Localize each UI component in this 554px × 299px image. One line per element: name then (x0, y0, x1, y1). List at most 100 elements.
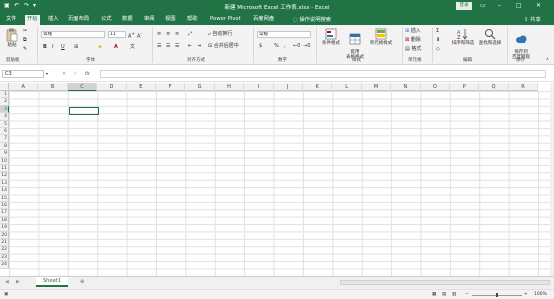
align-left-icon[interactable]: ☰ (157, 43, 161, 49)
row-header-24[interactable]: 24 (0, 261, 9, 269)
row-header-21[interactable]: 21 (0, 239, 9, 247)
align-middle-icon[interactable]: ≡ (166, 31, 170, 37)
row-header-7[interactable]: 7 (0, 135, 9, 143)
column-header-a[interactable]: A (9, 83, 39, 91)
tab-baidu-netdisk[interactable]: 百度网盘 (251, 15, 276, 25)
row-header-2[interactable]: 2 (0, 98, 9, 106)
row-header-12[interactable]: 12 (0, 172, 9, 180)
share-button[interactable]: ⇪ 共享 (524, 15, 541, 23)
align-right-icon[interactable]: ☰ (175, 43, 179, 49)
prev-sheet-icon[interactable]: ◀ (5, 279, 9, 285)
row-header-17[interactable]: 17 (0, 209, 9, 217)
format-painter-icon[interactable]: ✎ (23, 46, 29, 52)
row-header-8[interactable]: 8 (0, 142, 9, 151)
row-header-6[interactable]: 6 (0, 128, 9, 136)
increase-font-icon[interactable]: A+ (128, 31, 135, 40)
wrap-text-button[interactable]: ⤶ 自动换行 (208, 31, 232, 37)
page-break-view-icon[interactable]: ▥ (452, 292, 456, 298)
row-header-9[interactable]: 9 (0, 150, 9, 158)
column-header-i[interactable]: I (244, 83, 274, 91)
column-header-g[interactable]: G (185, 83, 215, 91)
column-header-o[interactable]: O (420, 83, 450, 91)
row-header-16[interactable]: 16 (0, 202, 9, 210)
column-header-e[interactable]: E (126, 83, 156, 91)
enter-icon[interactable]: ✓ (73, 71, 77, 77)
percent-icon[interactable]: % (274, 43, 279, 49)
row-header-18[interactable]: 18 (0, 216, 9, 225)
clear-icon[interactable]: ◇ (436, 46, 440, 52)
decrease-decimal-icon[interactable]: →0 (303, 43, 310, 49)
tab-data[interactable]: 数据 (120, 15, 135, 25)
copy-icon[interactable]: ⧉ (23, 37, 29, 43)
format-cells-button[interactable]: ▤ 格式 (405, 46, 421, 52)
cut-icon[interactable]: ✂ (23, 28, 29, 34)
merge-center-button[interactable]: ⊟ 合并后居中 (208, 43, 239, 49)
tab-home[interactable]: 开始 (25, 15, 40, 25)
row-header-1[interactable]: 1 (0, 91, 9, 99)
row-header-23[interactable]: 23 (0, 253, 9, 262)
row-header-13[interactable]: 13 (0, 179, 9, 188)
paste-button[interactable]: 粘贴 (5, 28, 19, 48)
align-top-icon[interactable]: ≡ (157, 31, 161, 37)
phonetic-icon[interactable]: 文 (130, 44, 135, 50)
column-header-k[interactable]: K (303, 83, 333, 91)
row-header-3[interactable]: 3 (0, 105, 9, 114)
close-icon[interactable]: ✕ (536, 2, 541, 9)
select-all-corner[interactable] (0, 83, 9, 91)
next-sheet-icon[interactable]: ▶ (16, 279, 20, 285)
zoom-slider-thumb[interactable] (496, 293, 498, 297)
delete-cells-button[interactable]: ⊠ 删除 (405, 37, 421, 43)
column-header-h[interactable]: H (214, 83, 245, 91)
row-header-22[interactable]: 22 (0, 246, 9, 254)
row-header-5[interactable]: 5 (0, 120, 9, 128)
zoom-in-icon[interactable]: + (524, 292, 528, 298)
save-to-baidu-button[interactable]: 保存到 百度网盘 (509, 28, 533, 60)
align-bottom-icon[interactable]: ≡ (175, 31, 179, 37)
column-header-p[interactable]: P (450, 83, 480, 91)
tab-file[interactable]: 文件 (4, 15, 19, 25)
column-header-r[interactable]: R (508, 83, 539, 91)
ribbon-display-icon[interactable]: ▭ (480, 2, 486, 9)
cell-area[interactable] (9, 91, 550, 276)
currency-icon[interactable]: $ (259, 43, 262, 49)
conditional-formatting-button[interactable]: 条件格式 (318, 28, 344, 46)
align-center-icon[interactable]: ☰ (166, 43, 170, 49)
page-layout-view-icon[interactable]: ▤ (442, 292, 446, 298)
sort-filter-button[interactable]: AZ 排序和筛选 (450, 28, 476, 46)
find-select-button[interactable]: 查找和选择 (477, 28, 503, 46)
column-header-j[interactable]: J (273, 83, 303, 91)
row-header-14[interactable]: 14 (0, 187, 9, 195)
comma-style-icon[interactable]: , (284, 43, 286, 49)
underline-icon[interactable]: U (61, 44, 65, 50)
row-header-4[interactable]: 4 (0, 113, 9, 121)
increase-decimal-icon[interactable]: ←0 (293, 43, 300, 49)
namebox-dropdown-icon[interactable]: ▾ (46, 71, 48, 77)
number-format-select[interactable]: 常规 (257, 31, 311, 38)
insert-cells-button[interactable]: ⊞ 插入 (405, 28, 421, 34)
row-header-10[interactable]: 10 (0, 157, 9, 165)
decrease-font-icon[interactable]: A- (137, 31, 142, 40)
formula-input[interactable] (100, 70, 546, 78)
increase-indent-icon[interactable]: ⇥ (197, 43, 201, 49)
font-name-select[interactable]: 等线 (41, 31, 105, 38)
tab-insert[interactable]: 插入 (46, 15, 61, 25)
add-sheet-icon[interactable]: ⊕ (80, 279, 84, 285)
tab-review[interactable]: 审阅 (142, 15, 157, 25)
vertical-scrollbar[interactable] (550, 83, 554, 276)
bold-icon[interactable]: B (43, 44, 47, 50)
orientation-icon[interactable]: ⤢ (188, 31, 192, 37)
zoom-level[interactable]: 100% (534, 292, 547, 298)
italic-icon[interactable]: I (52, 44, 53, 50)
tab-help[interactable]: 帮助 (185, 15, 200, 25)
fill-color-icon[interactable]: ◈ (98, 44, 102, 50)
tab-view[interactable]: 视图 (163, 15, 178, 25)
borders-icon[interactable]: ⊞ (74, 44, 78, 50)
font-size-select[interactable]: 11 (108, 31, 126, 38)
macro-record-icon[interactable]: ▣ (4, 292, 8, 298)
decrease-indent-icon[interactable]: ⇤ (188, 43, 192, 49)
active-cell-selection[interactable] (69, 106, 99, 115)
minimize-icon[interactable]: – (498, 2, 501, 9)
column-header-d[interactable]: D (97, 83, 127, 91)
row-header-20[interactable]: 20 (0, 231, 9, 239)
name-box[interactable]: C3 (2, 70, 44, 78)
